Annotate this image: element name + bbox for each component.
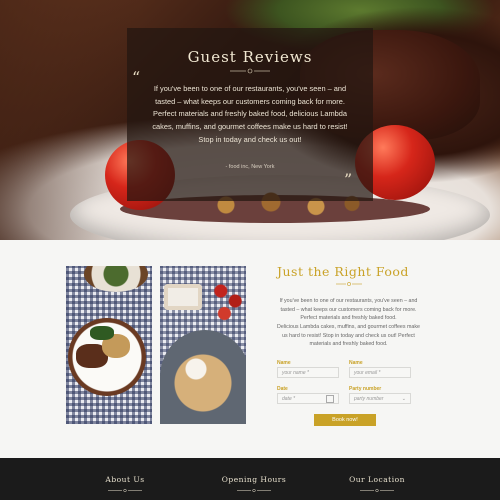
ornament-icon <box>230 68 270 74</box>
date-input[interactable]: date * <box>277 393 339 404</box>
footer-about-heading: About Us <box>105 475 145 484</box>
section-paragraph: Delicious Lambda cakes, muffins, and gou… <box>277 324 420 348</box>
email-input[interactable]: your email * <box>349 367 411 378</box>
review-box: Guest Reviews “ If you've been to one of… <box>127 28 373 201</box>
section-paragraph: If you've been to one of our restaurants… <box>279 298 418 322</box>
calendar-icon <box>326 395 334 403</box>
food-photo-2 <box>160 266 246 424</box>
quote-open-icon: “ <box>132 68 141 87</box>
food-photo-1 <box>66 266 152 424</box>
dish-image <box>68 318 146 396</box>
hero-section: Guest Reviews “ If you've been to one of… <box>0 0 500 240</box>
chevron-down-icon: ⌄ <box>401 396 406 402</box>
ornament-icon <box>237 488 271 493</box>
name-input[interactable]: your name * <box>277 367 339 378</box>
quote-close-icon: ” <box>344 170 353 189</box>
review-text: If you've been to one of our restaurants… <box>152 84 348 144</box>
greens-image <box>90 326 114 340</box>
footer-hours-heading: Opening Hours <box>221 475 287 484</box>
email-label: Name <box>349 360 363 366</box>
date-placeholder: date * <box>282 396 296 402</box>
ornament-icon <box>360 488 394 493</box>
footer-location-heading: Our Location <box>349 475 405 484</box>
cup-image <box>164 284 202 310</box>
date-label: Date <box>277 386 288 392</box>
granola-image <box>168 348 238 418</box>
berries-image <box>210 276 246 326</box>
footer: About Us Opening Hours Our Location <box>0 458 500 500</box>
ornament-icon <box>336 282 362 286</box>
review-source: - food inc, New York <box>225 164 275 170</box>
section-title: Just the Right Food <box>277 264 409 279</box>
food-section: Just the Right Food If you've been to on… <box>0 240 500 458</box>
party-select[interactable]: party number ⌄ <box>349 393 411 404</box>
book-now-button[interactable]: Book now! <box>314 414 376 426</box>
review-title: Guest Reviews <box>187 48 313 66</box>
bowl-image <box>84 266 148 292</box>
party-placeholder: party number <box>354 396 384 402</box>
name-label: Name <box>277 360 291 366</box>
ornament-icon <box>108 488 142 493</box>
party-label: Party number <box>349 386 382 392</box>
